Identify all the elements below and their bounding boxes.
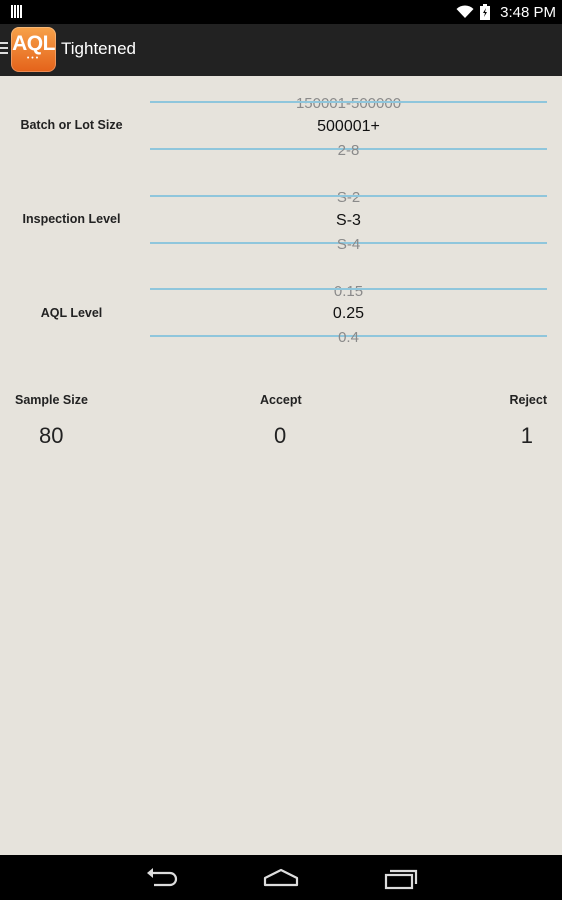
inspection-level-row: Inspection Level S-2 S-3 S-4 (0, 174, 562, 267)
reject-label: Reject (509, 393, 547, 407)
accept-label: Accept (260, 393, 302, 407)
picker-selected-item[interactable]: 0.25 (150, 305, 547, 323)
drawer-menu-icon[interactable] (0, 42, 8, 56)
aql-level-row: AQL Level 0.15 0.25 0.4 (0, 268, 562, 361)
picker-divider (150, 288, 547, 290)
inspection-level-picker[interactable]: S-2 S-3 S-4 (150, 174, 547, 267)
picker-divider (150, 195, 547, 197)
status-icons: 3:48 PM (456, 0, 556, 24)
batch-size-label: Batch or Lot Size (20, 118, 123, 132)
picker-selected-item[interactable]: S-3 (150, 212, 547, 230)
aql-level-label: AQL Level (40, 306, 103, 320)
picker-divider (150, 101, 547, 103)
wifi-icon (456, 5, 474, 18)
batch-size-row: Batch or Lot Size 150001-500000 500001+ … (0, 80, 562, 173)
inspection-level-label: Inspection Level (22, 212, 121, 226)
app-title: Tightened (61, 39, 136, 58)
battery-icon (480, 4, 491, 20)
status-time: 3:48 PM (500, 3, 556, 21)
accept-value: 0 (274, 423, 287, 448)
picker-prev-item[interactable]: 150001-500000 (150, 95, 547, 112)
home-icon[interactable] (263, 865, 299, 891)
batch-size-picker[interactable]: 150001-500000 500001+ 2-8 (150, 80, 547, 173)
sample-size-value: 80 (39, 423, 64, 448)
action-bar: AQL ••• Tightened (0, 24, 562, 76)
picker-selected-item[interactable]: 500001+ (150, 118, 547, 136)
app-logo-text: AQL (12, 32, 55, 55)
sample-size-label: Sample Size (15, 393, 88, 407)
picker-prev-item[interactable]: 0.15 (150, 283, 547, 300)
back-icon[interactable] (143, 865, 179, 891)
signal-bars-icon (11, 5, 23, 18)
app-logo[interactable]: AQL ••• (11, 27, 56, 72)
aql-level-picker[interactable]: 0.15 0.25 0.4 (150, 268, 547, 361)
picker-prev-item[interactable]: S-2 (150, 189, 547, 206)
picker-next-item[interactable]: S-4 (150, 236, 547, 253)
navigation-bar (0, 855, 562, 900)
recents-icon[interactable] (383, 865, 419, 891)
reject-value: 1 (520, 423, 533, 448)
picker-next-item[interactable]: 0.4 (150, 329, 547, 346)
status-bar: 3:48 PM (0, 0, 562, 24)
app-logo-dots: ••• (26, 55, 41, 62)
picker-next-item[interactable]: 2-8 (150, 142, 547, 159)
